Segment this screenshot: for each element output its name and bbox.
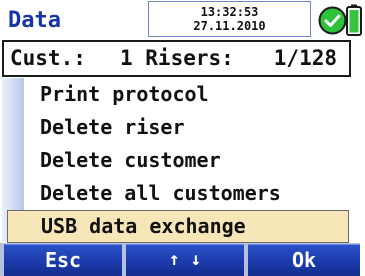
softkey-bar: Esc ↑ ↓ Ok <box>0 243 360 276</box>
check-circle-icon <box>318 6 347 35</box>
menu-item-delete-riser[interactable]: Delete riser <box>26 111 349 144</box>
header: Data 13:32:53 27.11.2010 <box>0 0 362 40</box>
menu-item-print-protocol[interactable]: Print protocol <box>26 78 349 111</box>
customer-info-bar: Cust.: 1 Risers: 1/128 <box>2 40 351 77</box>
customer-label: Cust.: <box>10 46 86 70</box>
data-menu: Print protocol Delete riser Delete custo… <box>2 78 351 243</box>
page-title: Data <box>8 8 61 33</box>
ok-button[interactable]: Ok <box>248 244 360 276</box>
date-text: 27.11.2010 <box>193 19 266 33</box>
device-screen: Data 13:32:53 27.11.2010 Cust.: 1 Risers… <box>0 0 365 276</box>
menu-item-delete-all-customers[interactable]: Delete all customers <box>26 177 349 210</box>
esc-button[interactable]: Esc <box>4 244 122 276</box>
time-text: 13:32:53 <box>200 5 259 19</box>
battery-icon <box>346 4 362 36</box>
risers-label: 1 Risers: <box>120 46 234 70</box>
navigate-button[interactable]: ↑ ↓ <box>126 244 244 276</box>
menu-item-usb-data-exchange[interactable]: USB data exchange <box>7 210 349 243</box>
record-counter: 1/128 <box>273 46 337 70</box>
datetime-display: 13:32:53 27.11.2010 <box>148 1 311 37</box>
menu-item-delete-customer[interactable]: Delete customer <box>26 144 349 177</box>
